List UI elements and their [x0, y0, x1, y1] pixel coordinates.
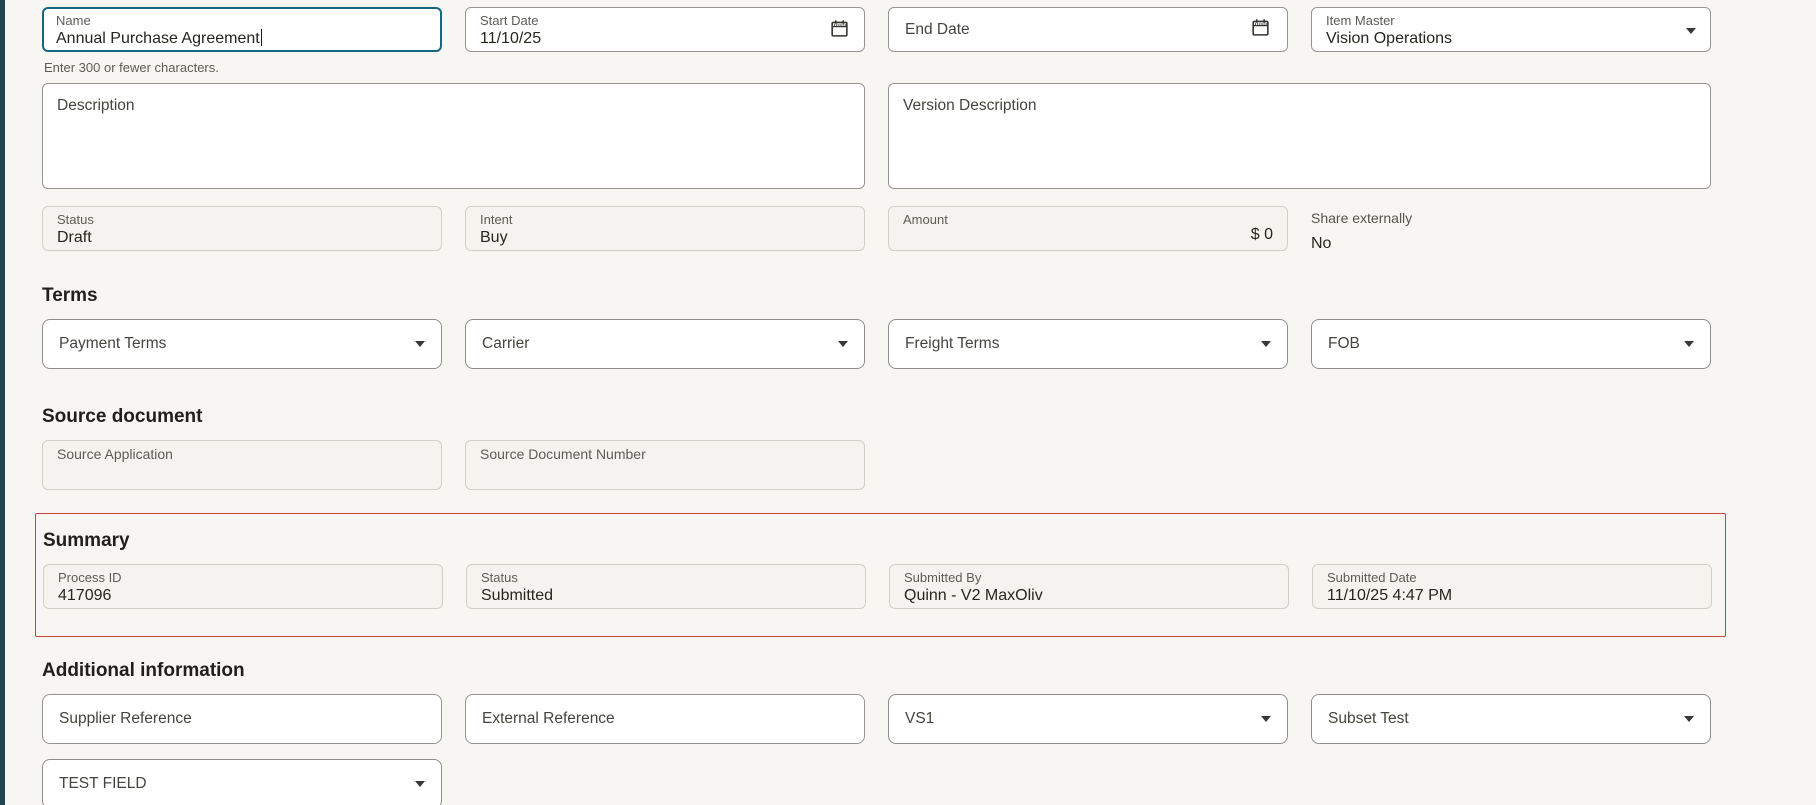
- chevron-down-icon: [1684, 716, 1694, 722]
- description-placeholder: Description: [43, 84, 864, 128]
- description-textarea[interactable]: Description: [42, 83, 865, 189]
- name-value: Annual Purchase Agreement: [56, 29, 426, 49]
- chevron-down-icon: [1684, 341, 1694, 347]
- submitted-date-label: Submitted Date: [1327, 570, 1697, 586]
- agreement-form: Name Annual Purchase Agreement Enter 300…: [42, 7, 1762, 805]
- name-helper-text: Enter 300 or fewer characters.: [44, 60, 442, 75]
- source-application-field: Source Application: [42, 440, 442, 490]
- name-field-wrapper: Name Annual Purchase Agreement Enter 300…: [42, 7, 442, 75]
- header-fields-row: Name Annual Purchase Agreement Enter 300…: [42, 7, 1762, 75]
- chevron-down-icon: [415, 781, 425, 787]
- item-master-select[interactable]: Item Master Vision Operations: [1311, 7, 1711, 52]
- terms-heading: Terms: [42, 284, 1762, 307]
- end-date-field[interactable]: End Date: [888, 7, 1288, 52]
- supplier-reference-input[interactable]: Supplier Reference: [42, 694, 442, 744]
- item-master-label: Item Master: [1326, 13, 1676, 29]
- external-reference-placeholder: External Reference: [482, 710, 848, 728]
- amount-field: Amount $ 0: [888, 206, 1288, 251]
- start-date-label: Start Date: [480, 13, 819, 29]
- status-row: Status Draft Intent Buy Amount $ 0 Sha: [42, 206, 1762, 253]
- process-id-field: Process ID 417096: [43, 564, 443, 609]
- chevron-down-icon: [838, 341, 848, 347]
- summary-fields-row: Process ID 417096 Status Submitted Submi…: [43, 564, 1725, 609]
- summary-highlight-region: Summary Process ID 417096 Status Submitt…: [35, 513, 1726, 637]
- status-field: Status Draft: [42, 206, 442, 251]
- test-field-select[interactable]: TEST FIELD: [42, 759, 442, 805]
- source-document-number-label: Source Document Number: [480, 446, 850, 462]
- intent-value: Buy: [480, 228, 850, 248]
- status-value: Draft: [57, 228, 427, 248]
- vs1-label: VS1: [905, 710, 1251, 728]
- fob-label: FOB: [1328, 335, 1674, 353]
- submitted-by-label: Submitted By: [904, 570, 1274, 586]
- payment-terms-select[interactable]: Payment Terms: [42, 319, 442, 369]
- share-externally-field: Share externally No: [1311, 206, 1711, 253]
- additional-information-heading: Additional information: [42, 659, 1762, 682]
- test-field-label: TEST FIELD: [59, 775, 405, 793]
- status-label: Status: [57, 212, 427, 228]
- process-id-value: 417096: [58, 586, 428, 606]
- submitted-date-value: 11/10/25 4:47 PM: [1327, 586, 1697, 606]
- amount-value: $ 0: [1251, 226, 1273, 244]
- source-application-label: Source Application: [57, 446, 427, 462]
- freight-terms-label: Freight Terms: [905, 335, 1251, 353]
- carrier-select[interactable]: Carrier: [465, 319, 865, 369]
- supplier-reference-placeholder: Supplier Reference: [59, 710, 425, 728]
- calendar-icon[interactable]: [829, 18, 850, 44]
- amount-label: Amount: [903, 212, 1273, 228]
- submitted-by-value: Quinn - V2 MaxOliv: [904, 586, 1274, 606]
- payment-terms-label: Payment Terms: [59, 335, 405, 353]
- name-input[interactable]: Name Annual Purchase Agreement: [42, 7, 442, 52]
- end-date-label: End Date: [905, 21, 1240, 39]
- chevron-down-icon: [1261, 341, 1271, 347]
- source-document-row: Source Application Source Document Numbe…: [42, 440, 1762, 490]
- intent-field: Intent Buy: [465, 206, 865, 251]
- description-row: Description Version Description: [42, 83, 1762, 189]
- external-reference-input[interactable]: External Reference: [465, 694, 865, 744]
- version-description-textarea[interactable]: Version Description: [888, 83, 1711, 189]
- test-field-row: TEST FIELD: [42, 759, 1762, 805]
- calendar-icon[interactable]: [1250, 17, 1271, 43]
- process-id-label: Process ID: [58, 570, 428, 586]
- text-cursor: [261, 29, 263, 46]
- chevron-down-icon: [1686, 28, 1696, 34]
- summary-status-field: Status Submitted: [466, 564, 866, 609]
- freight-terms-select[interactable]: Freight Terms: [888, 319, 1288, 369]
- name-label: Name: [56, 13, 426, 29]
- subset-test-label: Subset Test: [1328, 710, 1674, 728]
- source-document-number-field: Source Document Number: [465, 440, 865, 490]
- share-externally-label: Share externally: [1311, 209, 1711, 227]
- left-edge-strip: [0, 0, 5, 805]
- share-externally-value: No: [1311, 235, 1711, 253]
- submitted-date-field: Submitted Date 11/10/25 4:47 PM: [1312, 564, 1712, 609]
- chevron-down-icon: [1261, 716, 1271, 722]
- fob-select[interactable]: FOB: [1311, 319, 1711, 369]
- start-date-field[interactable]: Start Date 11/10/25: [465, 7, 865, 52]
- summary-status-label: Status: [481, 570, 851, 586]
- vs1-select[interactable]: VS1: [888, 694, 1288, 744]
- summary-status-value: Submitted: [481, 586, 851, 606]
- source-document-heading: Source document: [42, 405, 1762, 428]
- terms-row: Payment Terms Carrier Freight Terms FOB: [42, 319, 1762, 369]
- chevron-down-icon: [415, 341, 425, 347]
- submitted-by-field: Submitted By Quinn - V2 MaxOliv: [889, 564, 1289, 609]
- additional-information-row: Supplier Reference External Reference VS…: [42, 694, 1762, 744]
- summary-heading: Summary: [43, 529, 1725, 552]
- item-master-value: Vision Operations: [1326, 29, 1676, 49]
- version-description-placeholder: Version Description: [889, 84, 1710, 128]
- carrier-label: Carrier: [482, 335, 828, 353]
- subset-test-select[interactable]: Subset Test: [1311, 694, 1711, 744]
- intent-label: Intent: [480, 212, 850, 228]
- start-date-value: 11/10/25: [480, 29, 819, 49]
